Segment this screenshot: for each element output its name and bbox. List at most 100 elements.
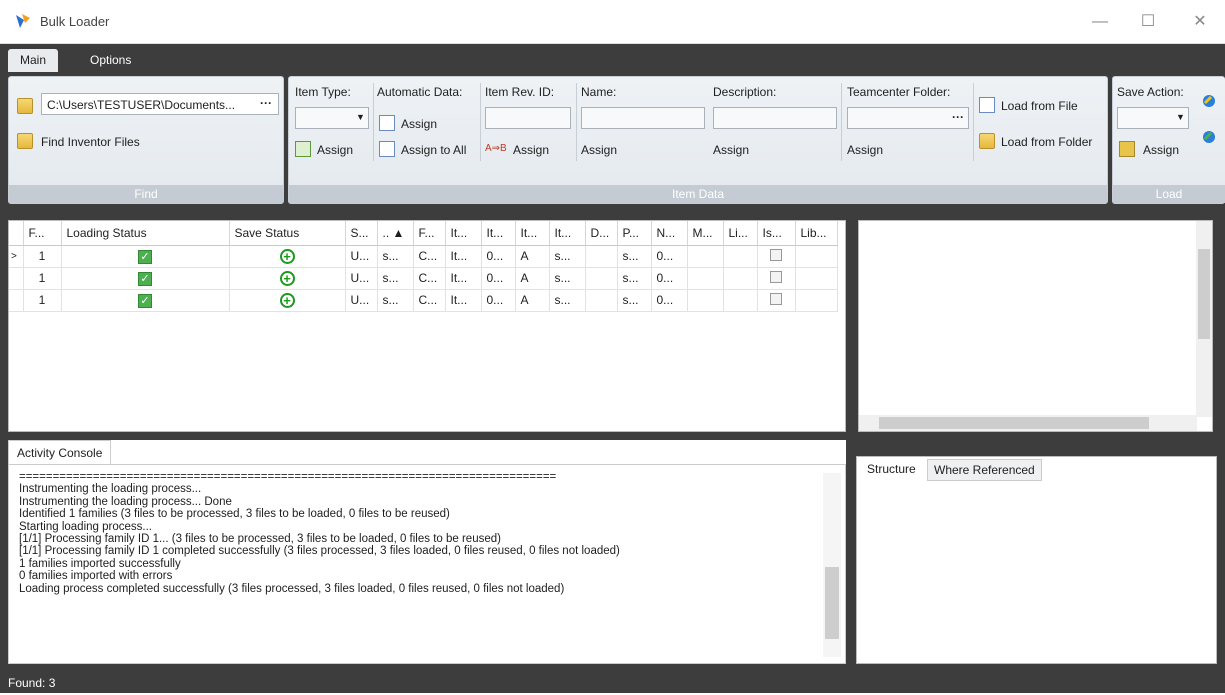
row-selector[interactable]	[9, 267, 24, 290]
column-header[interactable]: Lib...	[795, 221, 838, 246]
description-assign-button[interactable]: Assign	[713, 143, 749, 157]
load-group-label: Load	[1113, 185, 1225, 203]
column-header[interactable]: N...	[651, 221, 688, 246]
is-checkbox-cell[interactable]	[757, 267, 796, 290]
checkbox[interactable]	[770, 270, 782, 283]
column-header[interactable]: Li...	[723, 221, 758, 246]
cell: U...	[345, 267, 378, 290]
maximize-button[interactable]: ☐	[1136, 10, 1160, 34]
path-field[interactable]: C:\Users\TESTUSER\Documents... ···	[41, 93, 279, 115]
checkbox[interactable]	[770, 248, 782, 261]
ribbon: C:\Users\TESTUSER\Documents... ··· Find …	[0, 72, 1225, 208]
cell: A	[515, 289, 550, 312]
cell: 0...	[651, 267, 688, 290]
tab-main[interactable]: Main	[8, 49, 59, 72]
separator	[480, 83, 481, 161]
load-icon[interactable]	[1201, 93, 1217, 109]
column-header[interactable]: F...	[413, 221, 446, 246]
cell: U...	[345, 245, 378, 268]
item-type-assign-button[interactable]: Assign	[317, 143, 353, 157]
console-line: Instrumenting the loading process...	[19, 483, 202, 496]
column-header[interactable]: It...	[481, 221, 516, 246]
cell	[795, 245, 838, 268]
column-header[interactable]: Save Status	[229, 221, 346, 246]
tab-options[interactable]: Options	[78, 49, 143, 72]
item-type-dropdown[interactable]: ▼	[295, 107, 369, 129]
column-header[interactable]: P...	[617, 221, 652, 246]
load-from-file-button[interactable]: Load from File	[1001, 99, 1078, 113]
name-assign-button[interactable]: Assign	[581, 143, 617, 157]
console-line: [1/1] Processing family ID 1... (3 files…	[19, 533, 501, 546]
save-action-dropdown[interactable]: ▼	[1117, 107, 1189, 129]
scroll-thumb[interactable]	[825, 567, 839, 639]
checkbox[interactable]	[770, 292, 782, 305]
save-action-assign-button[interactable]: Assign	[1143, 143, 1179, 157]
row-selector-icon[interactable]: >	[9, 245, 24, 268]
rev-assign-button[interactable]: Assign	[513, 143, 549, 157]
column-header[interactable]: S...	[345, 221, 378, 246]
table-row[interactable]: > 1 ✓ + U... s... C... It... 0... A s...…	[9, 245, 838, 268]
row-selector[interactable]	[9, 289, 24, 312]
is-checkbox-cell[interactable]	[757, 245, 796, 268]
teamcenter-folder-field[interactable]: ···	[847, 107, 969, 129]
cell: s...	[549, 267, 586, 290]
load-all-icon[interactable]	[1201, 129, 1217, 145]
main-area: F... Loading Status Save Status S... .. …	[0, 208, 1225, 671]
tc-browse-button[interactable]: ···	[952, 110, 964, 124]
scroll-thumb[interactable]	[879, 417, 1149, 429]
item-type-label: Item Type:	[295, 85, 351, 99]
file-icon	[979, 97, 995, 113]
description-field[interactable]	[713, 107, 837, 129]
column-header[interactable]: It...	[515, 221, 550, 246]
rev-assign-icon: A⇒B	[485, 143, 507, 154]
find-files-icon	[17, 133, 33, 149]
close-button[interactable]: ✕	[1188, 10, 1212, 34]
column-header[interactable]: F...	[23, 221, 62, 246]
table-row[interactable]: 1 ✓ + U... s... C... It... 0... A s... s…	[9, 289, 838, 312]
item-rev-id-field[interactable]	[485, 107, 571, 129]
auto-assign-button[interactable]: Assign	[401, 117, 437, 131]
description-label: Description:	[713, 85, 777, 99]
column-header[interactable]: M...	[687, 221, 724, 246]
scroll-thumb[interactable]	[1198, 249, 1210, 339]
column-header[interactable]: Is...	[757, 221, 796, 246]
cell: C...	[413, 289, 446, 312]
folder-icon	[17, 98, 33, 114]
load-from-folder-button[interactable]: Load from Folder	[1001, 135, 1092, 149]
assign-to-all-button[interactable]: Assign to All	[401, 143, 466, 157]
tab-structure[interactable]: Structure	[861, 459, 922, 481]
cell	[795, 289, 838, 312]
column-header[interactable]: It...	[549, 221, 586, 246]
column-header[interactable]: .. ▲	[377, 221, 414, 246]
find-group-label: Find	[9, 185, 283, 203]
console-line: 0 families imported with errors	[19, 570, 173, 583]
auto-assign-icon	[379, 115, 395, 131]
row-selector-header	[9, 221, 24, 246]
vertical-scrollbar[interactable]	[1196, 221, 1212, 417]
cell: s...	[549, 245, 586, 268]
tab-where-referenced[interactable]: Where Referenced	[927, 459, 1042, 481]
find-group: C:\Users\TESTUSER\Documents... ··· Find …	[8, 76, 284, 204]
teamcenter-assign-button[interactable]: Assign	[847, 143, 883, 157]
column-header[interactable]: Loading Status	[61, 221, 230, 246]
console-scrollbar[interactable]	[823, 473, 841, 657]
assign-all-icon	[379, 141, 395, 157]
cell	[723, 245, 758, 268]
find-inventor-files-button[interactable]: Find Inventor Files	[41, 135, 140, 149]
is-checkbox-cell[interactable]	[757, 289, 796, 312]
separator	[841, 83, 842, 161]
column-header[interactable]: D...	[585, 221, 618, 246]
table-row[interactable]: 1 ✓ + U... s... C... It... 0... A s... s…	[9, 267, 838, 290]
minimize-button[interactable]: —	[1088, 10, 1112, 34]
column-header[interactable]: It...	[445, 221, 482, 246]
chevron-down-icon: ▼	[1176, 112, 1185, 122]
horizontal-scrollbar[interactable]	[859, 415, 1197, 431]
cell: C...	[413, 245, 446, 268]
tab-activity-console[interactable]: Activity Console	[8, 440, 112, 464]
cell	[585, 267, 618, 290]
browse-button[interactable]: ···	[260, 96, 272, 110]
teamcenter-folder-label: Teamcenter Folder:	[847, 85, 951, 99]
name-field[interactable]	[581, 107, 705, 129]
status-bar: Found: 3	[0, 671, 1225, 693]
cell: 0...	[481, 289, 516, 312]
